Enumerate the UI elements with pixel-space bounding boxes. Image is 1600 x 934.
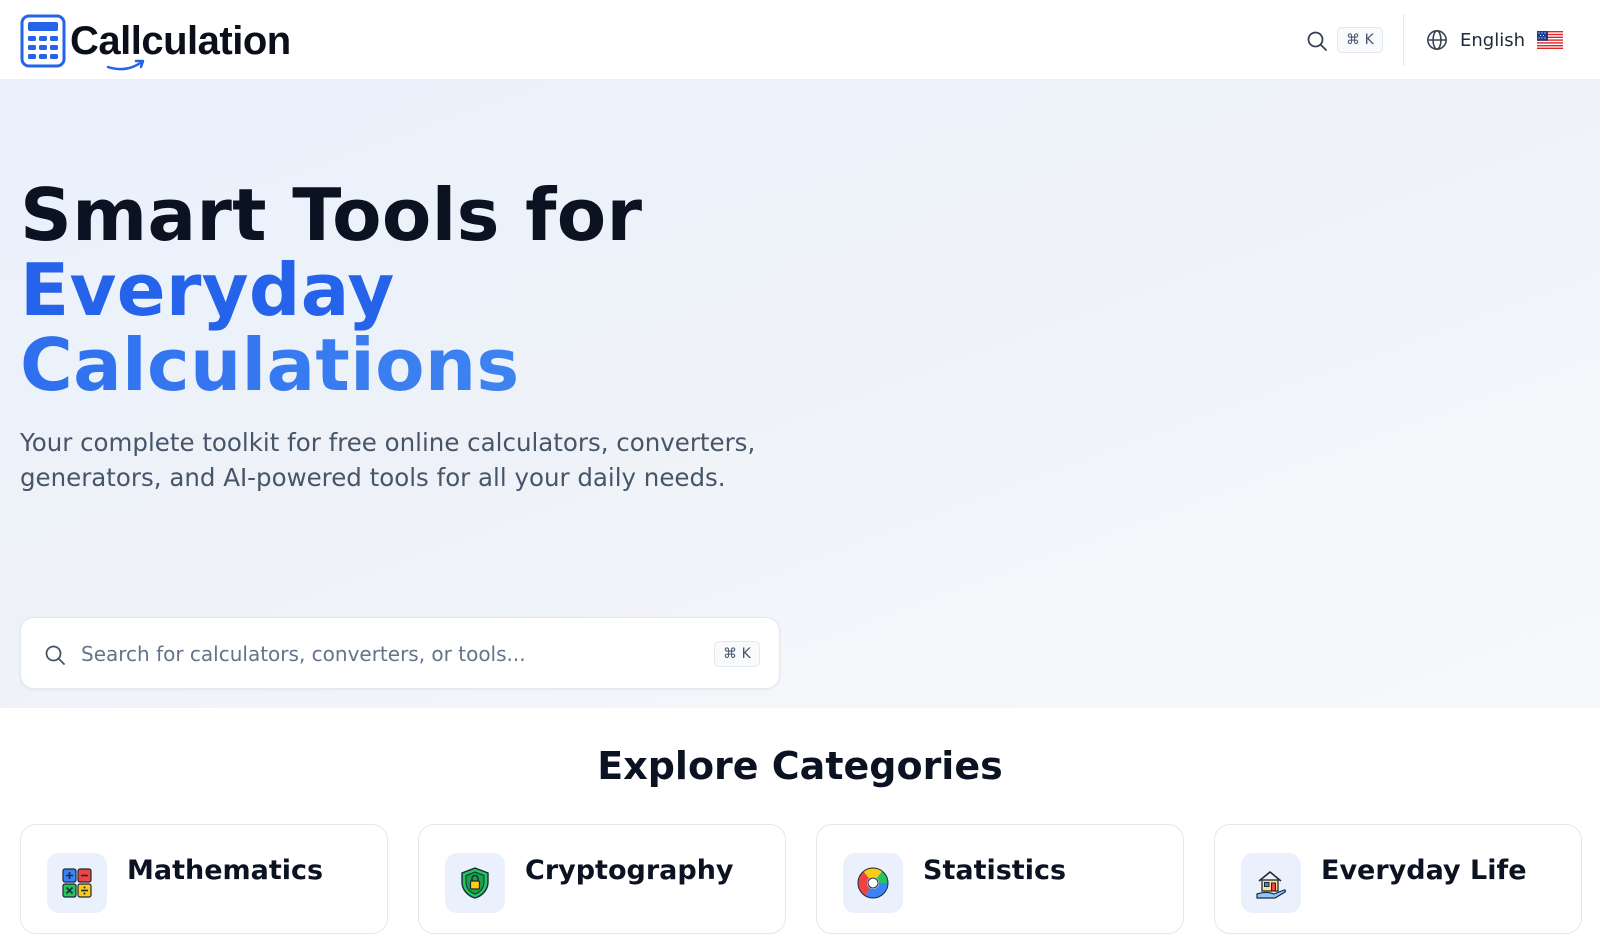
- category-icon-box: [1241, 853, 1301, 913]
- hero-title: Smart Tools for Everyday Calculations: [20, 178, 920, 403]
- us-flag-icon: [1537, 31, 1563, 49]
- category-icon-box: [843, 853, 903, 913]
- category-title: Mathematics: [127, 855, 324, 886]
- donut-chart-icon: [857, 867, 889, 899]
- header-divider: [1403, 14, 1404, 66]
- hero-title-line-3: Calculations: [20, 328, 920, 403]
- category-card-mathematics[interactable]: Mathematics: [20, 824, 388, 934]
- language-selector[interactable]: English: [1426, 24, 1563, 56]
- globe-icon: [1427, 30, 1447, 50]
- search-icon: [45, 645, 65, 665]
- search-shortcut-badge: ⌘ K: [1337, 27, 1383, 53]
- swoosh-icon: [106, 59, 145, 70]
- hero-search-input[interactable]: [81, 632, 681, 676]
- site-header: Callculation ⌘ K English: [0, 0, 1600, 80]
- house-hand-icon: [1256, 871, 1287, 899]
- category-icon-box: [445, 853, 505, 913]
- hero-search-shortcut-badge: ⌘ K: [714, 641, 760, 667]
- logo-wordmark: Callculation: [70, 18, 291, 63]
- category-title: Statistics: [923, 855, 1067, 886]
- language-label: English: [1460, 29, 1525, 51]
- shield-lock-icon: [461, 867, 489, 899]
- category-icon-box: [47, 853, 107, 913]
- hero-title-line-1: Smart Tools for: [20, 173, 643, 257]
- math-operators-icon: [62, 868, 92, 898]
- search-icon: [1307, 31, 1327, 51]
- logo-text: Callculation: [70, 18, 291, 70]
- hero-title-line-2: Everyday: [20, 248, 395, 332]
- logo-link[interactable]: Callculation: [20, 13, 291, 70]
- hero-section: Smart Tools for Everyday Calculations Yo…: [0, 80, 1600, 708]
- header-search-button[interactable]: [1300, 24, 1334, 58]
- category-title: Everyday Life: [1321, 855, 1527, 886]
- calculator-icon: [20, 14, 66, 68]
- category-card-cryptography[interactable]: Cryptography: [418, 824, 786, 934]
- category-card-statistics[interactable]: Statistics: [816, 824, 1184, 934]
- categories-heading: Explore Categories: [597, 744, 1003, 788]
- hero-search-box: ⌘ K: [20, 617, 780, 689]
- category-card-everyday-life[interactable]: Everyday Life: [1214, 824, 1582, 934]
- hero-subtitle: Your complete toolkit for free online ca…: [20, 428, 756, 492]
- category-title: Cryptography: [525, 855, 734, 886]
